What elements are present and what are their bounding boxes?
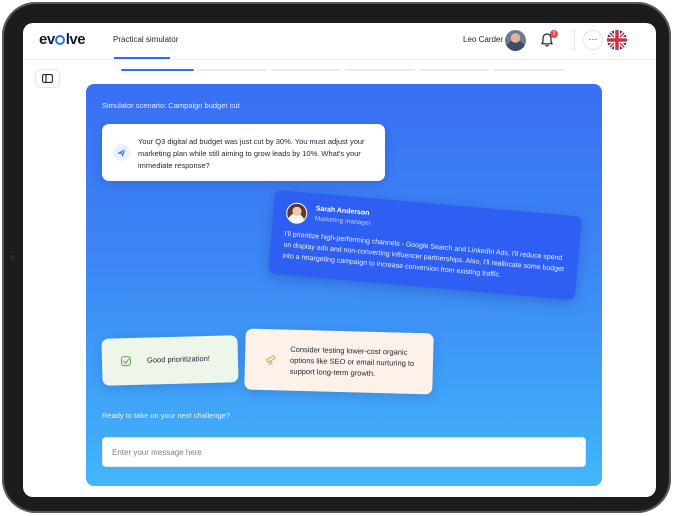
progress-step bbox=[419, 69, 489, 71]
camera bbox=[10, 255, 15, 260]
reply-text: I'll prioritize high-performing channels… bbox=[282, 230, 565, 279]
next-challenge-prompt: Ready to take on your next challenge? bbox=[102, 411, 231, 420]
feedback-good-card: Good prioritization! bbox=[101, 335, 239, 386]
user-avatar[interactable] bbox=[505, 30, 526, 51]
simulator-panel: Simulator scenario: Campaign budget cut … bbox=[86, 84, 602, 486]
top-bar: ev lve Practical simulator Leo Carder 1 ·… bbox=[23, 23, 656, 60]
logo[interactable]: ev lve bbox=[39, 31, 86, 48]
feedback-tip-text: Consider testing lower-cost organic opti… bbox=[289, 344, 415, 378]
tablet-frame: ev lve Practical simulator Leo Carder 1 ·… bbox=[2, 2, 671, 513]
avatar bbox=[285, 201, 309, 225]
checkbox-check-icon bbox=[120, 356, 132, 367]
more-button[interactable]: ··· bbox=[583, 30, 603, 50]
active-tab-indicator bbox=[114, 57, 170, 59]
progress-step bbox=[271, 69, 341, 71]
scenario-label: Simulator scenario: Campaign budget cut bbox=[102, 101, 240, 110]
paper-plane-icon bbox=[113, 144, 130, 161]
scenario-question-card: Your Q3 digital ad budget was just cut b… bbox=[102, 124, 385, 181]
feedback-tip-card: Consider testing lower-cost organic opti… bbox=[244, 328, 434, 395]
user-reply-card: Sarah Anderson Marketing manager I'll pr… bbox=[267, 189, 583, 301]
message-input[interactable] bbox=[102, 437, 586, 467]
progress-step bbox=[121, 69, 194, 71]
reply-author-role: Marketing manager bbox=[314, 215, 371, 228]
tab-practical-simulator[interactable]: Practical simulator bbox=[113, 35, 178, 44]
scenario-question: Your Q3 digital ad budget was just cut b… bbox=[138, 137, 365, 170]
sidebar-icon bbox=[42, 74, 53, 83]
divider bbox=[574, 29, 575, 51]
sidebar-toggle-button[interactable] bbox=[35, 69, 60, 88]
progress-step bbox=[493, 69, 565, 71]
telescope-icon bbox=[265, 355, 276, 366]
feedback-good-text: Good prioritization! bbox=[146, 353, 211, 365]
progress-step bbox=[197, 69, 267, 71]
notification-badge: 1 bbox=[550, 30, 558, 38]
gb-flag-icon[interactable] bbox=[607, 30, 627, 50]
app-screen: ev lve Practical simulator Leo Carder 1 ·… bbox=[23, 23, 656, 497]
user-name[interactable]: Leo Carder bbox=[463, 35, 503, 44]
progress-step bbox=[345, 69, 415, 71]
